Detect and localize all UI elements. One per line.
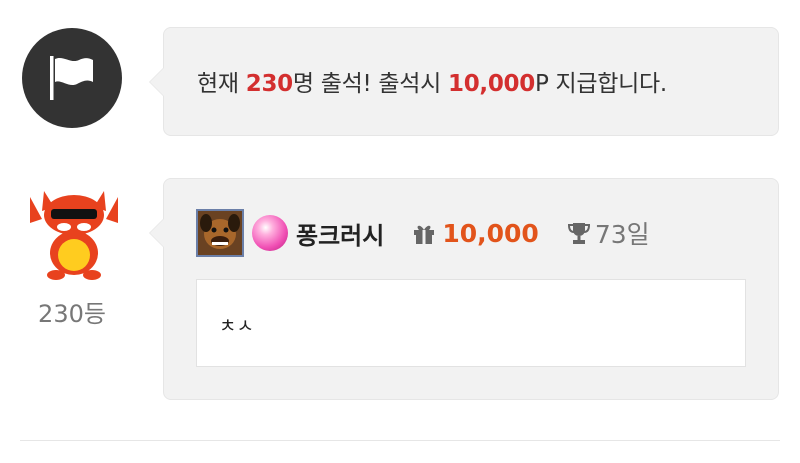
notice-prefix: 현재 xyxy=(197,71,246,97)
comment-text: ㅊㅅ xyxy=(219,315,254,337)
points-value: 10,000 xyxy=(442,218,539,248)
flag-icon xyxy=(50,56,93,100)
attendance-notice: 현재 230명 출석! 출석시 10,000P 지급합니다. xyxy=(149,27,779,136)
gift-icon xyxy=(412,221,436,245)
comment-box: ㅊㅅ xyxy=(196,279,746,367)
divider xyxy=(20,440,780,441)
dog-photo-icon xyxy=(198,211,242,255)
user-avatar[interactable] xyxy=(24,177,124,281)
notice-flag-avatar xyxy=(22,28,122,128)
level-orb-icon xyxy=(252,215,288,251)
notice-middle: 명 출석! 출석시 xyxy=(292,71,448,97)
attendance-count: 230 xyxy=(245,71,293,97)
fox-character-icon xyxy=(30,191,118,280)
rank-label: 230등 xyxy=(38,300,106,328)
notice-message: 현재 230명 출석! 출석시 10,000P 지급합니다. xyxy=(197,64,667,98)
user-nickname[interactable]: 퐁크러시 xyxy=(296,216,384,251)
reward-points: 10,000 xyxy=(447,71,535,97)
user-photo[interactable] xyxy=(196,209,244,257)
attendance-days: 73일 xyxy=(594,220,650,249)
user-info-row: 퐁크러시 10,000 73일 xyxy=(196,209,650,257)
notice-suffix: P 지급합니다. xyxy=(534,71,667,97)
trophy-icon xyxy=(567,221,591,245)
attendance-entry: 퐁크러시 10,000 73일 ㅊㅅ xyxy=(149,178,779,400)
